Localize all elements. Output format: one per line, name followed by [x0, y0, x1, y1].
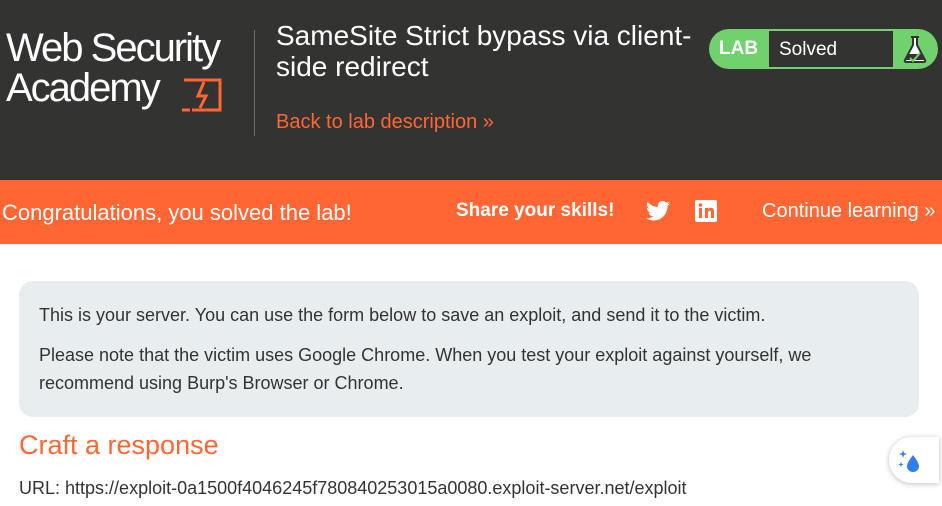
floating-assistant-button[interactable]	[889, 437, 939, 483]
lab-title: SameSite Strict bypass via client-side r…	[276, 20, 692, 82]
web-security-academy-logo[interactable]: Web Security Academy	[2, 26, 252, 118]
status-value: Solved	[779, 39, 838, 60]
url-value: https://exploit-0a1500f4046245f780840253…	[65, 478, 687, 498]
exploit-url-line: URL: https://exploit-0a1500f4046245f7808…	[19, 478, 687, 499]
congratulations-message: Congratulations, you solved the lab!	[2, 200, 352, 225]
server-info-box: This is your server. You can use the for…	[19, 281, 919, 417]
craft-response-heading: Craft a response	[19, 430, 219, 460]
continue-learning-label: Continue learning	[762, 200, 919, 222]
info-paragraph-1: This is your server. You can use the for…	[39, 305, 766, 325]
header-divider	[254, 30, 255, 136]
logo-text-line2: Academy	[6, 66, 161, 110]
back-link-label: Back to lab description	[276, 111, 478, 133]
back-to-lab-description-link[interactable]: Back to lab description »	[276, 111, 494, 134]
continue-learning-link[interactable]: Continue learning »	[762, 200, 935, 223]
solved-banner: Congratulations, you solved the lab! Sha…	[0, 180, 942, 244]
share-skills-label: Share your skills!	[456, 200, 615, 221]
status-value-box: Solved	[769, 31, 893, 67]
logo-text-line1: Web Security	[6, 26, 221, 70]
back-link-chevron-icon: »	[482, 111, 494, 133]
lab-status-badge: LAB Solved	[709, 29, 938, 69]
lab-header: Web Security Academy SameSite Strict byp…	[0, 0, 942, 180]
logo-bolt-icon	[182, 78, 222, 112]
info-paragraph-2: Please note that the victim uses Google …	[39, 345, 812, 393]
status-lab-label: LAB	[719, 38, 759, 59]
flask-icon	[903, 36, 927, 63]
url-label: URL:	[19, 478, 61, 498]
linkedin-icon[interactable]	[695, 200, 717, 222]
continue-chevron-icon: »	[924, 200, 936, 222]
sparkle-drop-icon	[898, 450, 919, 472]
twitter-icon[interactable]	[646, 200, 670, 222]
